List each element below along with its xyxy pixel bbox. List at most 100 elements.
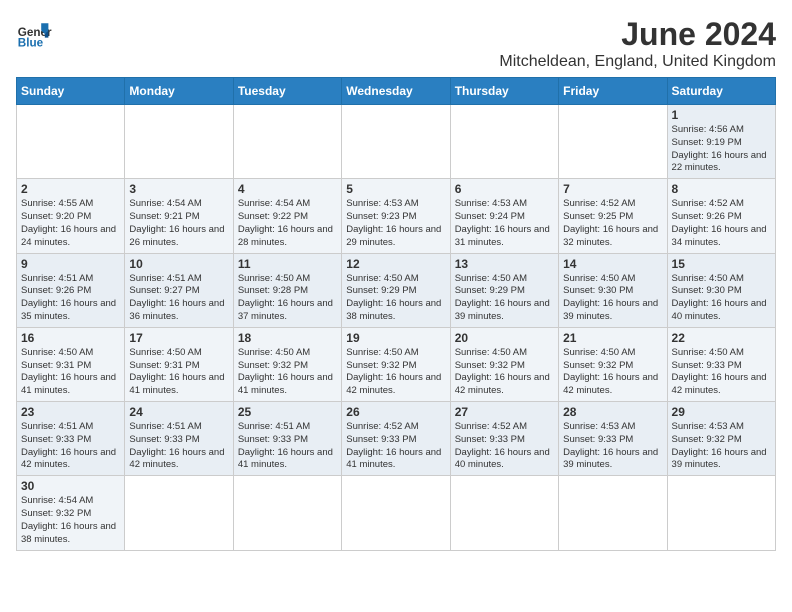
- calendar-cell: 16Sunrise: 4:50 AMSunset: 9:31 PMDayligh…: [17, 327, 125, 401]
- calendar-cell: 8 Sunrise: 4:52 AMSunset: 9:26 PMDaylight…: [667, 179, 775, 253]
- col-header-tuesday: Tuesday: [233, 78, 341, 105]
- day-number: 4: [238, 182, 337, 196]
- day-number: 2: [21, 182, 120, 196]
- day-number: 16: [21, 331, 120, 345]
- day-number: 22: [672, 331, 771, 345]
- calendar-cell: 9 Sunrise: 4:51 AMSunset: 9:26 PMDaylight…: [17, 253, 125, 327]
- calendar-cell: 22 Sunrise: 4:50 AMSunset: 9:33 PMDayligh…: [667, 327, 775, 401]
- calendar-header-row: SundayMondayTuesdayWednesdayThursdayFrid…: [17, 78, 776, 105]
- day-number: 13: [455, 257, 554, 271]
- calendar-cell: 20 Sunrise: 4:50 AMSunset: 9:32 PMDayligh…: [450, 327, 558, 401]
- calendar-week-row: 2 Sunrise: 4:55 AMSunset: 9:20 PMDaylight…: [17, 179, 776, 253]
- day-number: 26: [346, 405, 445, 419]
- day-number: 25: [238, 405, 337, 419]
- calendar-cell: 29Sunrise: 4:53 AMSunset: 9:32 PMDayligh…: [667, 402, 775, 476]
- day-number: 10: [129, 257, 228, 271]
- calendar-cell: [559, 105, 667, 179]
- calendar-cell: 25Sunrise: 4:51 AMSunset: 9:33 PMDayligh…: [233, 402, 341, 476]
- day-number: 24: [129, 405, 228, 419]
- col-header-sunday: Sunday: [17, 78, 125, 105]
- day-number: 5: [346, 182, 445, 196]
- calendar-week-row: 1Sunrise: 4:56 AMSunset: 9:19 PMDaylight…: [17, 105, 776, 179]
- day-info: Sunrise: 4:50 AMSunset: 9:32 PMDaylight:…: [346, 347, 445, 398]
- day-number: 17: [129, 331, 228, 345]
- day-info: Sunrise: 4:50 AMSunset: 9:30 PMDaylight:…: [563, 273, 662, 324]
- calendar-cell: [125, 476, 233, 550]
- day-info: Sunrise: 4:55 AMSunset: 9:20 PMDaylight:…: [21, 198, 120, 249]
- calendar-cell: [667, 476, 775, 550]
- calendar-cell: 30 Sunrise: 4:54 AMSunset: 9:32 PMDayligh…: [17, 476, 125, 550]
- day-number: 23: [21, 405, 120, 419]
- day-number: 30: [21, 479, 120, 493]
- col-header-saturday: Saturday: [667, 78, 775, 105]
- day-number: 20: [455, 331, 554, 345]
- day-info: Sunrise: 4:56 AMSunset: 9:19 PMDaylight:…: [672, 124, 771, 175]
- calendar-cell: 21Sunrise: 4:50 AMSunset: 9:32 PMDayligh…: [559, 327, 667, 401]
- calendar-week-row: 16 Sunrise: 4:50 AMSunset: 9:31 PMDayligh…: [17, 327, 776, 401]
- calendar-cell: 24 Sunrise: 4:51 AMSunset: 9:33 PMDayligh…: [125, 402, 233, 476]
- page-header: General Blue June 2024 Mitcheldean, Engl…: [16, 16, 776, 71]
- calendar-cell: 15Sunrise: 4:50 AMSunset: 9:30 PMDayligh…: [667, 253, 775, 327]
- day-number: 15: [672, 257, 771, 271]
- day-number: 18: [238, 331, 337, 345]
- col-header-friday: Friday: [559, 78, 667, 105]
- calendar-cell: [450, 476, 558, 550]
- day-number: 27: [455, 405, 554, 419]
- logo: General Blue: [16, 16, 52, 52]
- calendar-cell: 4Sunrise: 4:54 AMSunset: 9:22 PMDaylight…: [233, 179, 341, 253]
- calendar-cell: 2 Sunrise: 4:55 AMSunset: 9:20 PMDaylight…: [17, 179, 125, 253]
- day-number: 6: [455, 182, 554, 196]
- day-number: 3: [129, 182, 228, 196]
- calendar-table: SundayMondayTuesdayWednesdayThursdayFrid…: [16, 77, 776, 551]
- day-number: 9: [21, 257, 120, 271]
- calendar-week-row: 30 Sunrise: 4:54 AMSunset: 9:32 PMDayligh…: [17, 476, 776, 550]
- day-info: Sunrise: 4:50 AMSunset: 9:29 PMDaylight:…: [455, 273, 554, 324]
- calendar-cell: 19 Sunrise: 4:50 AMSunset: 9:32 PMDayligh…: [342, 327, 450, 401]
- day-info: Sunrise: 4:50 AMSunset: 9:33 PMDaylight:…: [672, 347, 771, 398]
- calendar-cell: 13 Sunrise: 4:50 AMSunset: 9:29 PMDayligh…: [450, 253, 558, 327]
- calendar-cell: [17, 105, 125, 179]
- calendar-cell: 27 Sunrise: 4:52 AMSunset: 9:33 PMDayligh…: [450, 402, 558, 476]
- day-number: 14: [563, 257, 662, 271]
- day-number: 29: [672, 405, 771, 419]
- day-info: Sunrise: 4:51 AMSunset: 9:26 PMDaylight:…: [21, 273, 120, 324]
- day-number: 7: [563, 182, 662, 196]
- day-info: Sunrise: 4:54 AMSunset: 9:32 PMDaylight:…: [21, 495, 120, 546]
- col-header-monday: Monday: [125, 78, 233, 105]
- calendar-cell: [450, 105, 558, 179]
- calendar-cell: 23Sunrise: 4:51 AMSunset: 9:33 PMDayligh…: [17, 402, 125, 476]
- day-info: Sunrise: 4:51 AMSunset: 9:33 PMDaylight:…: [129, 421, 228, 472]
- month-year: June 2024: [499, 16, 776, 53]
- day-number: 19: [346, 331, 445, 345]
- calendar-cell: [233, 105, 341, 179]
- day-number: 11: [238, 257, 337, 271]
- day-info: Sunrise: 4:52 AMSunset: 9:26 PMDaylight:…: [672, 198, 771, 249]
- day-info: Sunrise: 4:50 AMSunset: 9:28 PMDaylight:…: [238, 273, 337, 324]
- title-block: June 2024 Mitcheldean, England, United K…: [499, 16, 776, 71]
- day-info: Sunrise: 4:54 AMSunset: 9:21 PMDaylight:…: [129, 198, 228, 249]
- day-number: 28: [563, 405, 662, 419]
- calendar-cell: 26 Sunrise: 4:52 AMSunset: 9:33 PMDayligh…: [342, 402, 450, 476]
- calendar-cell: 3 Sunrise: 4:54 AMSunset: 9:21 PMDaylight…: [125, 179, 233, 253]
- day-info: Sunrise: 4:52 AMSunset: 9:25 PMDaylight:…: [563, 198, 662, 249]
- calendar-cell: 18 Sunrise: 4:50 AMSunset: 9:32 PMDayligh…: [233, 327, 341, 401]
- day-info: Sunrise: 4:52 AMSunset: 9:33 PMDaylight:…: [346, 421, 445, 472]
- day-info: Sunrise: 4:50 AMSunset: 9:32 PMDaylight:…: [238, 347, 337, 398]
- calendar-cell: 5Sunrise: 4:53 AMSunset: 9:23 PMDaylight…: [342, 179, 450, 253]
- day-info: Sunrise: 4:50 AMSunset: 9:31 PMDaylight:…: [129, 347, 228, 398]
- logo-icon: General Blue: [16, 16, 52, 52]
- day-number: 8: [672, 182, 771, 196]
- calendar-cell: 7 Sunrise: 4:52 AMSunset: 9:25 PMDaylight…: [559, 179, 667, 253]
- day-info: Sunrise: 4:53 AMSunset: 9:33 PMDaylight:…: [563, 421, 662, 472]
- day-info: Sunrise: 4:50 AMSunset: 9:29 PMDaylight:…: [346, 273, 445, 324]
- calendar-cell: [342, 105, 450, 179]
- calendar-cell: [342, 476, 450, 550]
- calendar-cell: [125, 105, 233, 179]
- calendar-cell: [559, 476, 667, 550]
- day-info: Sunrise: 4:50 AMSunset: 9:32 PMDaylight:…: [455, 347, 554, 398]
- col-header-wednesday: Wednesday: [342, 78, 450, 105]
- day-info: Sunrise: 4:52 AMSunset: 9:33 PMDaylight:…: [455, 421, 554, 472]
- calendar-cell: 17 Sunrise: 4:50 AMSunset: 9:31 PMDayligh…: [125, 327, 233, 401]
- day-info: Sunrise: 4:51 AMSunset: 9:27 PMDaylight:…: [129, 273, 228, 324]
- calendar-cell: 11 Sunrise: 4:50 AMSunset: 9:28 PMDayligh…: [233, 253, 341, 327]
